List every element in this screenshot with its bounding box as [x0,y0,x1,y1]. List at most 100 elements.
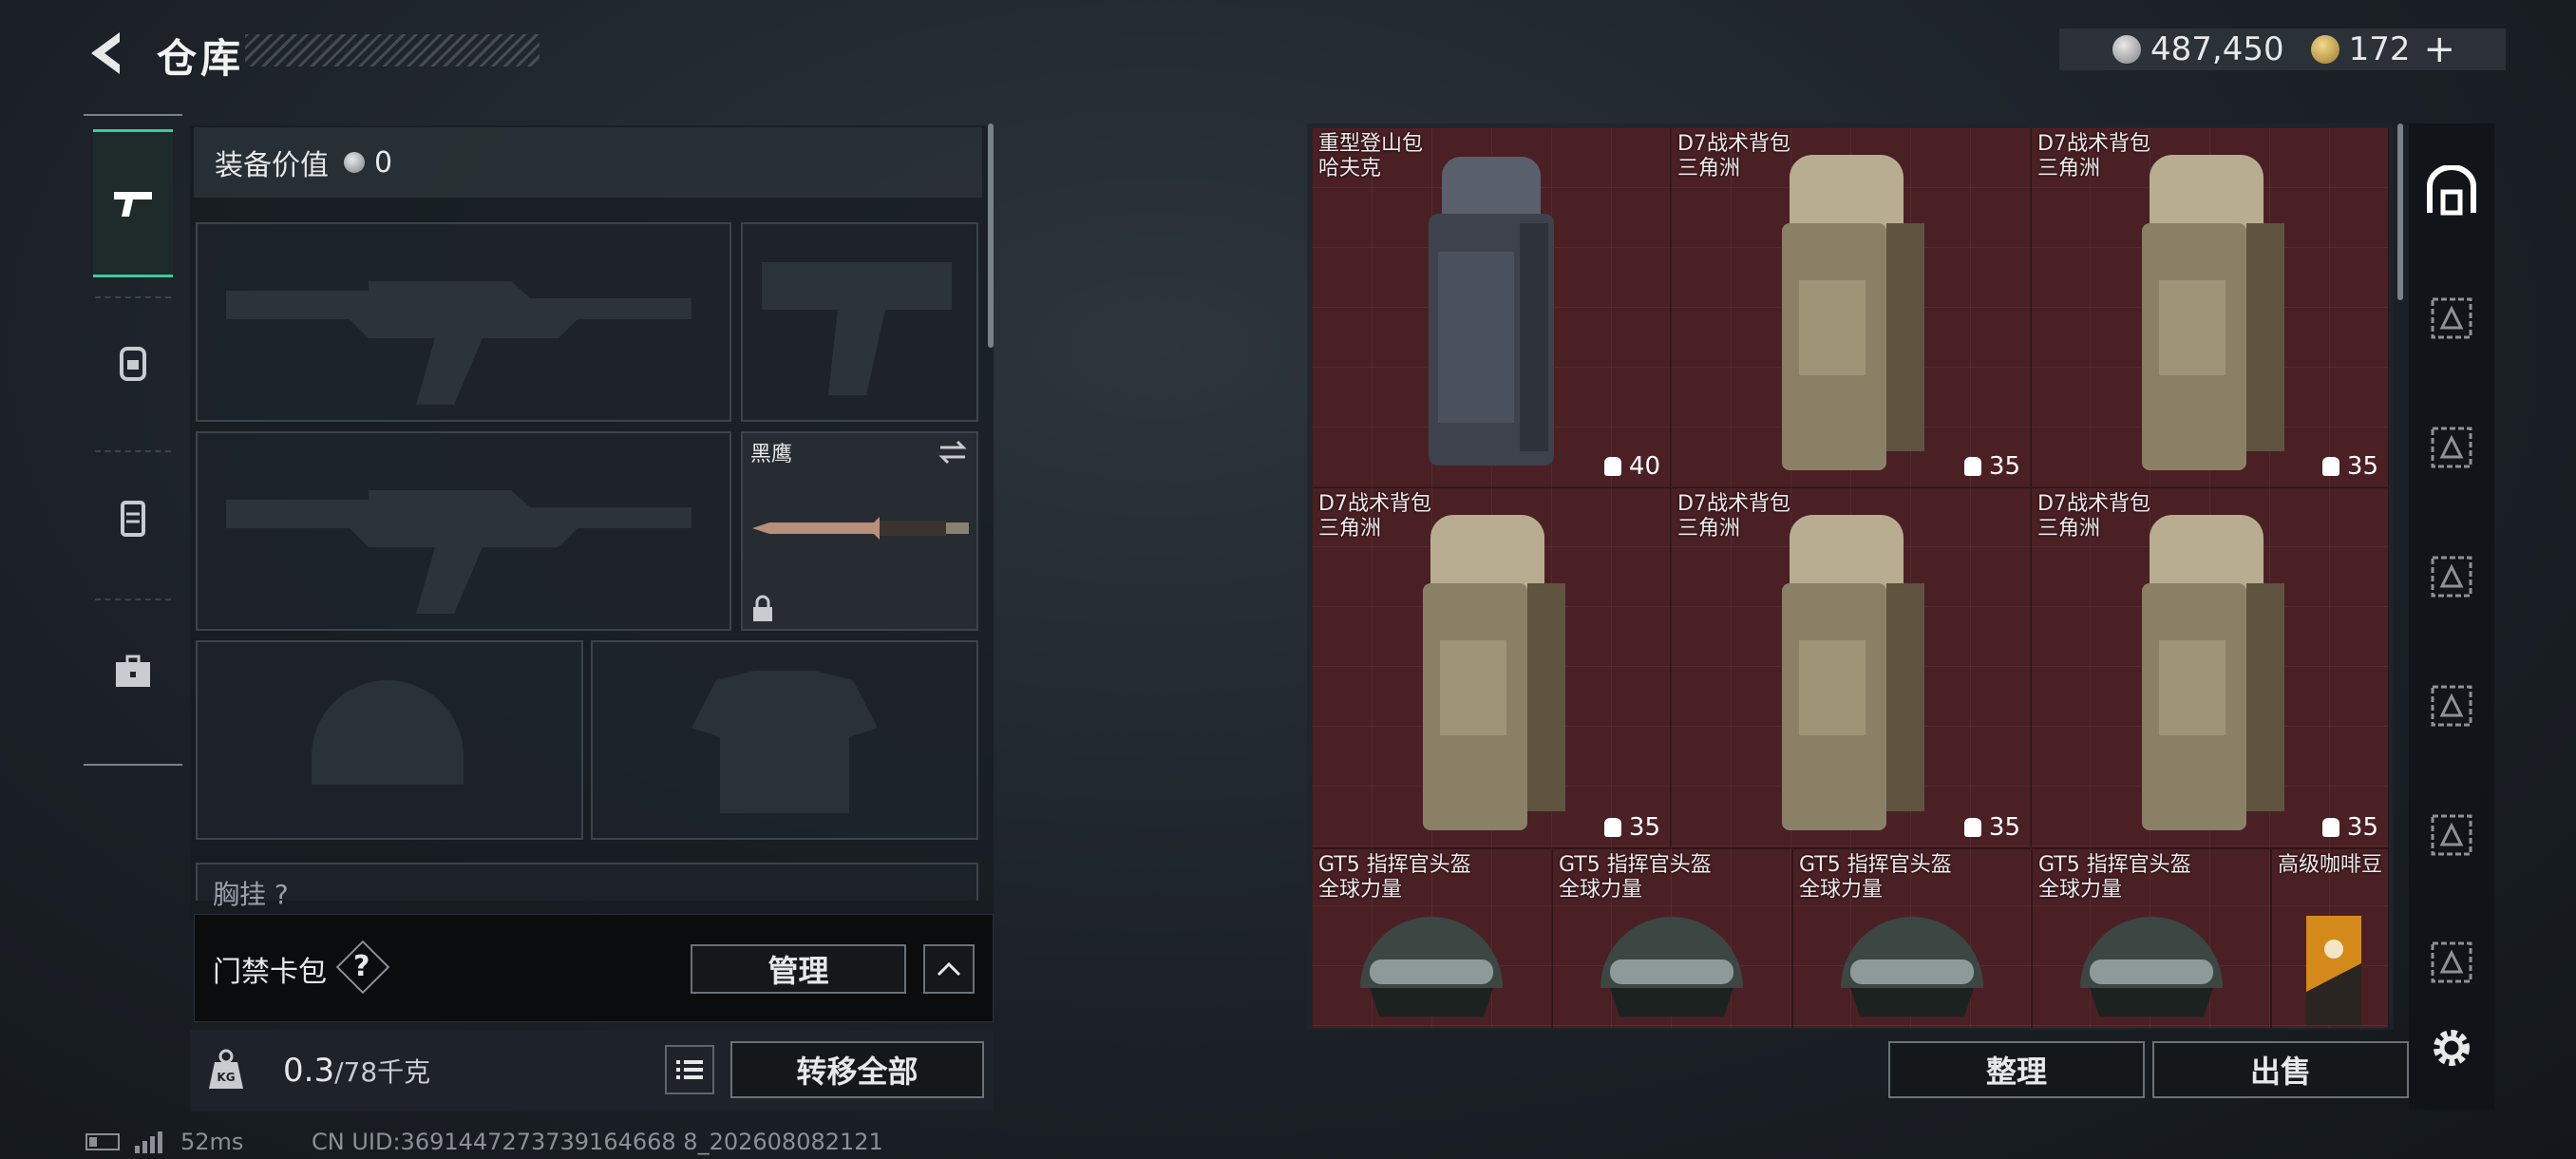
back-button[interactable] [82,27,129,80]
equipment-category-nav [84,114,182,766]
backpack-capacity-icon [2321,457,2339,476]
capacity-badge: 35 [1603,813,1660,842]
rifle-silhouette-icon [226,490,691,614]
category-weapon-tab[interactable] [93,129,173,277]
item-name: GT5 指挥官头盔 [1318,853,1471,877]
chest-rig-label: 胸挂 ? [213,879,289,910]
inventory-item[interactable]: GT5 指挥官头盔 全球力量 [1552,848,1792,1028]
pistol-silhouette-icon [762,262,952,395]
category-case-tab[interactable] [93,600,173,743]
storage-tab-4[interactable] [2420,545,2483,608]
status-bar: 52ms [85,1129,243,1155]
expand-button[interactable] [923,944,975,994]
access-card-label: 门禁卡包 [213,956,327,989]
inventory-item[interactable]: GT5 指挥官头盔 全球力量 [1312,848,1552,1028]
equipment-scrollbar[interactable] [988,124,994,348]
helmet-slot[interactable] [196,640,583,840]
gold-coin-icon [2310,35,2339,64]
inventory-item[interactable]: GT5 指挥官头盔 全球力量 [2032,848,2271,1028]
knife-icon [752,517,969,540]
storage-tab-2[interactable] [2420,287,2483,350]
warehouse-icon [2427,165,2476,216]
silver-balance: 487,450 [2150,30,2284,68]
sort-button[interactable]: 整理 [1888,1041,2145,1098]
melee-weapon-slot[interactable]: 黑鹰 [741,431,978,631]
storage-tab-6[interactable] [2420,804,2483,866]
inventory-item[interactable]: D7战术背包 三角洲 35 [2031,127,2389,487]
gear-icon [2434,1030,2470,1066]
manage-button[interactable]: 管理 [691,944,906,994]
container-icon [2431,941,2472,983]
primary-weapon-slot[interactable] [196,222,731,422]
container-icon [2431,297,2472,339]
tactical-backpack-icon [1423,515,1565,830]
signal-icon [135,1131,162,1153]
help-question-mark: ? [353,950,370,983]
settings-button[interactable] [2420,1016,2483,1079]
gold-balance: 172 [2348,30,2411,68]
title-decoration [245,34,540,66]
item-capacity: 35 [1988,813,2020,842]
backpack-capacity-icon [1603,457,1621,476]
inventory-item[interactable]: D7战术背包 三角洲 35 [1671,127,2031,487]
helmet-icon [1360,917,1503,1016]
item-brand: 哈夫克 [1318,157,1382,180]
silver-coin-icon [344,152,365,173]
heavy-backpack-icon [1429,157,1554,466]
battery-icon [85,1133,120,1150]
current-weight: 0.3 [283,1052,335,1090]
rifle-silhouette-icon [226,281,691,405]
lock-icon [753,595,772,621]
weight-icon: KG [201,1045,251,1094]
equipment-value-row: 装备价值 0 [194,127,982,198]
briefcase-icon [116,655,150,687]
transfer-all-button[interactable]: 转移全部 [730,1041,984,1098]
tactical-backpack-icon [1782,155,1924,470]
weight-display: 0.3/78千克 [283,1052,430,1090]
capacity-badge: 35 [1963,452,2020,481]
backpack-icon [120,347,146,381]
inventory-item[interactable]: 高级咖啡豆 [2271,848,2389,1028]
vest-icon [121,501,145,537]
melee-weapon-name: 黑鹰 [750,443,793,466]
helmet-icon [1841,917,1983,1016]
inventory-item[interactable]: 重型登山包 哈夫克 40 [1312,127,1671,487]
storage-tab-3[interactable] [2420,416,2483,479]
container-icon [2431,556,2472,598]
container-icon [2431,814,2472,856]
svg-text:KG: KG [217,1071,235,1084]
backpack-capacity-icon [2321,818,2339,837]
sell-button[interactable]: 出售 [2152,1041,2409,1098]
currency-bar: 487,450 172 + [2059,28,2506,71]
inventory-item[interactable]: D7战术背包 三角洲 35 [1671,487,2031,848]
tactical-backpack-icon [2142,155,2284,470]
storage-tab-5[interactable] [2420,674,2483,737]
armor-slot[interactable] [591,640,978,840]
storage-tab-7[interactable] [2420,931,2483,994]
helmet-silhouette-icon [312,680,464,785]
category-vest-tab[interactable] [93,446,173,589]
inventory-grid: 重型登山包 哈夫克 40 D7战术背包 三角洲 35 D7战术背包 三角洲 35 D7… [1312,127,2389,1028]
list-icon [676,1060,703,1079]
silver-coin-icon [2112,35,2141,64]
category-backpack-tab[interactable] [93,291,173,433]
coffee-bag-icon [2306,916,2361,1025]
swap-icon[interactable] [937,439,969,466]
backup-weapon-slot[interactable] [196,431,731,631]
item-capacity: 35 [2346,813,2378,842]
helmet-icon [1601,917,1743,1016]
list-view-button[interactable] [665,1045,714,1094]
inventory-item[interactable]: GT5 指挥官头盔 全球力量 [1792,848,2032,1028]
add-currency-button[interactable]: + [2424,28,2456,71]
secondary-weapon-slot[interactable] [741,222,978,422]
inventory-scrollbar[interactable] [2397,124,2403,300]
capacity-badge: 40 [1603,452,1660,481]
capacity-badge: 35 [2321,452,2378,481]
storage-tab-main[interactable] [2420,160,2483,222]
inventory-item[interactable]: D7战术背包 三角洲 35 [1312,487,1671,848]
chest-rig-slot[interactable] [196,863,978,901]
helmet-icon [2080,917,2223,1016]
backpack-capacity-icon [1963,457,1981,476]
inventory-item[interactable]: D7战术背包 三角洲 35 [2031,487,2389,848]
back-arrow-icon [91,32,120,74]
